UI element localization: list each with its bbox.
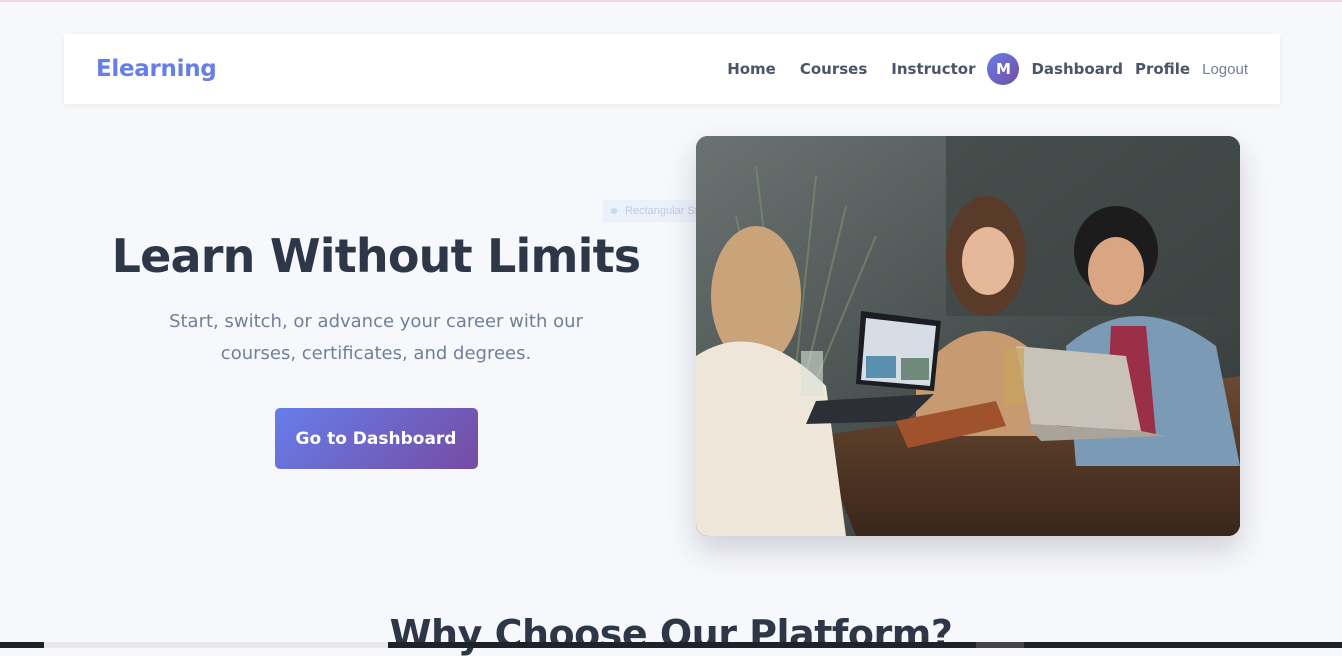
- snip-dot-icon: [611, 208, 617, 214]
- hero-photo-illustration: [696, 136, 1240, 536]
- nav-dashboard[interactable]: Dashboard: [1031, 60, 1122, 78]
- taskbar-segment: [976, 642, 1024, 648]
- logout-link[interactable]: Logout: [1202, 61, 1248, 78]
- section-title: Why Choose Our Platform?: [389, 612, 953, 656]
- taskbar-segment: [44, 642, 388, 648]
- nav-profile[interactable]: Profile: [1135, 60, 1190, 78]
- hero-subtitle: Start, switch, or advance your career wi…: [169, 311, 583, 364]
- hero-image: [696, 136, 1240, 536]
- taskbar-strip: [0, 642, 1342, 648]
- brand-logo[interactable]: Elearning: [96, 56, 217, 82]
- nav-courses[interactable]: Courses: [800, 60, 867, 78]
- top-border: [0, 0, 1342, 2]
- avatar[interactable]: M: [987, 53, 1020, 85]
- nav-instructor[interactable]: Instructor: [891, 60, 975, 78]
- navbar: Elearning Home Courses Instructor M Dash…: [64, 34, 1280, 104]
- hero-section: Learn Without Limits Start, switch, or a…: [96, 226, 656, 469]
- hero-title: Learn Without Limits: [111, 229, 642, 283]
- nav-home[interactable]: Home: [727, 60, 776, 78]
- nav-menu: Home Courses Instructor M Dashboard Prof…: [727, 53, 1248, 85]
- go-to-dashboard-button[interactable]: Go to Dashboard: [274, 408, 478, 469]
